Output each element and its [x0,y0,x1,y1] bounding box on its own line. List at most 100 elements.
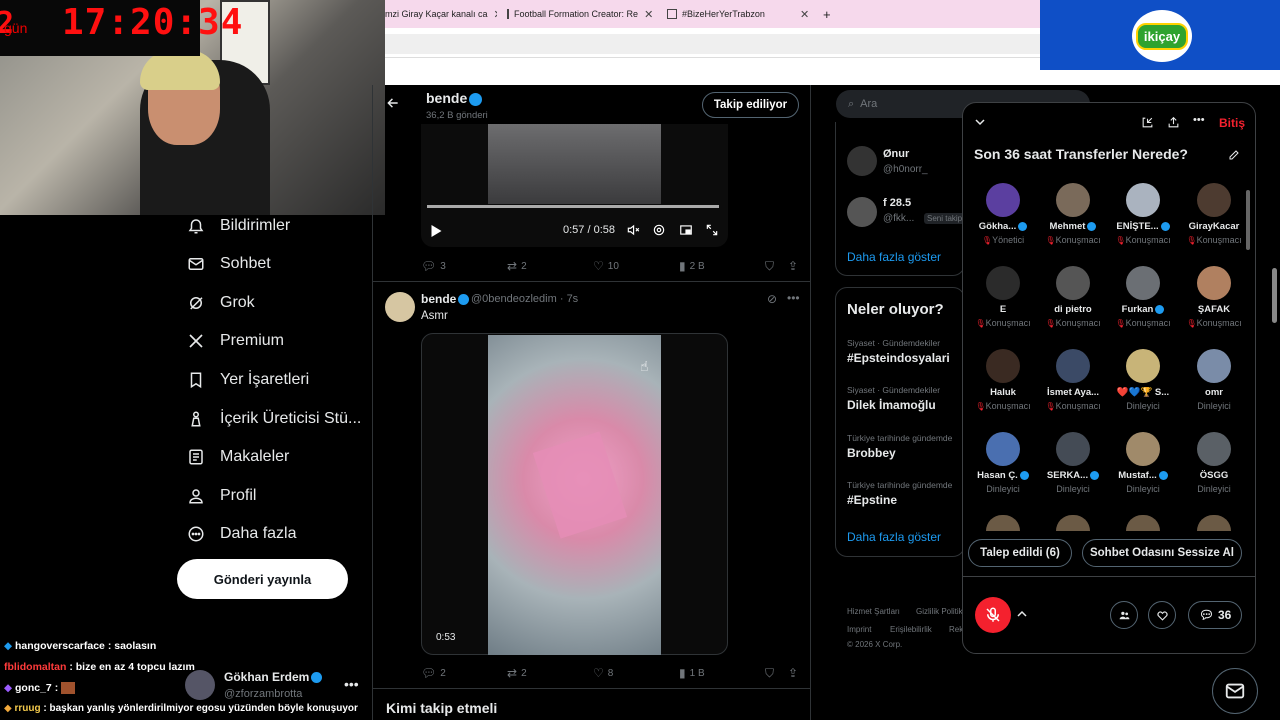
space-participant[interactable]: omr Dinleyici [1179,349,1249,411]
space-participant[interactable]: Haluk 🎙︎Konuşmacı [968,349,1038,411]
minimize-icon[interactable] [1141,116,1154,134]
space-participant[interactable]: SERKA... Dinleyici [1038,432,1108,494]
back-arrow-icon[interactable] [386,96,400,115]
bookmark-button[interactable]: ⛉ [765,666,778,681]
repost-icon: ⇄ [507,666,518,680]
following-button[interactable]: Takip ediliyor [702,92,799,118]
space-participant[interactable]: ❤️💙🏆 S... Dinleyici [1108,349,1178,411]
close-icon[interactable]: ✕ [494,8,497,21]
close-icon[interactable]: ✕ [644,8,653,21]
like-button[interactable]: ♡ 8 [593,666,613,680]
footer-link[interactable]: Imprint [847,625,871,634]
post-button[interactable]: Gönderi yayınla [177,559,348,599]
show-more-link[interactable]: Daha fazla göster [847,530,941,544]
fullscreen-icon[interactable] [705,223,719,240]
repost-button[interactable]: ⇄ 2 [507,259,527,273]
nav-more[interactable]: Daha fazla [186,519,297,549]
reply-button[interactable]: 💬︎ 2 [421,666,446,680]
post-author[interactable]: bende [421,292,470,306]
verified-icon [1090,470,1100,480]
avatar[interactable] [385,292,415,322]
mic-muted-button[interactable] [975,597,1011,633]
nav-bookmarks[interactable]: Yer İşaretleri [186,365,309,395]
participant-name: Gökha... [968,221,1038,232]
space-participant[interactable]: ŞAFAK 🎙︎Konuşmacı [1179,266,1249,328]
avatar[interactable] [847,197,877,227]
chat-text: : saolasın [107,640,157,652]
nav-chat[interactable]: Sohbet [186,249,271,279]
address-input[interactable] [385,34,1040,54]
footer-link[interactable]: Gizlilik Politik [916,607,963,616]
like-button[interactable]: ♡ 10 [593,259,619,273]
messages-fab[interactable] [1212,668,1258,714]
more-options-icon[interactable]: ••• [787,291,800,305]
settings-icon[interactable] [652,223,666,240]
participant-name-text: İsmet Aya... [1046,387,1100,398]
people-icon[interactable] [1110,601,1138,629]
space-participant[interactable]: Gökha... 🎙︎Yönetici [968,183,1038,245]
profile-name-text: bende [426,90,468,106]
more-options-icon[interactable]: ••• [1193,114,1205,126]
collapse-chevron-icon[interactable] [974,116,986,131]
share-button[interactable]: ⇪ [788,259,802,273]
chat-message: fblidomaltan : bize en az 4 topcu lazım [4,661,195,673]
space-participant[interactable]: İsmet Aya... 🎙︎Konuşmacı [1038,349,1108,411]
page-scrollbar[interactable] [1272,268,1277,323]
repost-button[interactable]: ⇄ 2 [507,666,527,680]
mute-icon[interactable] [626,223,640,240]
views-button[interactable]: ▮ 1 B [679,666,705,680]
comments-button[interactable]: 💬︎ 36 [1188,601,1242,629]
participant-role: Dinleyici [1038,484,1108,494]
show-more-link[interactable]: Daha fazla göster [847,250,941,264]
bookmark-button[interactable]: ⛉ [765,259,778,274]
pip-icon[interactable] [679,223,693,240]
browser-tab[interactable]: mzi Giray Kaçar kanalı ca ✕ [385,0,497,28]
trend-title[interactable]: Dilek İmamoğlu [847,398,936,412]
avatar[interactable] [847,146,877,176]
participant-role-text: Konuşmacı [1196,318,1242,328]
account-avatar[interactable] [185,670,215,700]
heart-plus-icon[interactable] [1148,601,1176,629]
footer-link[interactable]: Hizmet Şartları [847,607,900,616]
mic-icon: 🎙︎ [1115,319,1126,328]
nav-grok[interactable]: Grok [186,288,255,318]
repost-count: 2 [521,260,527,272]
grok-icon[interactable]: ⊘ [767,292,777,306]
space-participant[interactable]: di pietro 🎙︎Konuşmacı [1038,266,1108,328]
space-participant[interactable]: Furkan 🎙︎Konuşmacı [1108,266,1178,328]
browser-tab[interactable]: #BizeHerYerTrabzon ✕ [667,0,813,28]
edit-icon[interactable] [1228,148,1240,166]
chevron-up-icon[interactable] [1016,607,1028,625]
tab-label: #BizeHerYerTrabzon [682,9,765,19]
space-participant[interactable]: Hasan Ç. Dinleyici [968,432,1038,494]
trend-title[interactable]: Brobbey [847,446,896,460]
space-participant[interactable]: E 🎙︎Konuşmacı [968,266,1038,328]
share-button[interactable]: ⇪ [788,666,802,680]
nav-articles[interactable]: Makaleler [186,442,289,472]
request-sent-button[interactable]: Talep edildi (6) [968,539,1072,567]
nav-premium[interactable]: Premium [186,326,284,356]
space-participant[interactable]: ÖSGG Dinleyici [1179,432,1249,494]
search-placeholder: Ara [860,98,878,110]
nav-creator-studio[interactable]: İçerik Üreticisi Stü... [186,404,361,434]
footer-link[interactable]: Erişilebilirlik [890,625,932,634]
space-participant[interactable]: Mehmet 🎙︎Konuşmacı [1038,183,1108,245]
account-more-icon[interactable]: ••• [344,676,359,692]
play-icon[interactable] [430,224,443,241]
space-participant[interactable]: Mustaf... Dinleyici [1108,432,1178,494]
views-button[interactable]: ▮ 2 B [679,259,705,273]
nav-notifications[interactable]: Bildirimler [186,211,290,241]
video-progress-bar[interactable] [427,205,719,208]
trend-title[interactable]: #Epstine [847,493,897,507]
close-icon[interactable]: ✕ [800,8,809,21]
share-icon[interactable] [1167,116,1180,134]
new-tab-button[interactable]: + [823,0,837,28]
mute-room-button[interactable]: Sohbet Odasını Sessize Al [1082,539,1242,567]
space-participant[interactable]: ENİŞTE... 🎙︎Konuşmacı [1108,183,1178,245]
end-space-button[interactable]: Bitiş [1219,116,1245,130]
space-participant[interactable]: GirayKacar 🎙︎Konuşmacı [1179,183,1249,245]
nav-profile[interactable]: Profil [186,481,256,511]
reply-button[interactable]: 💬︎ 3 [421,259,446,273]
browser-tab[interactable]: Football Formation Creator: Re ✕ [507,0,653,28]
trend-title[interactable]: #Epsteindosyalari [847,351,950,365]
